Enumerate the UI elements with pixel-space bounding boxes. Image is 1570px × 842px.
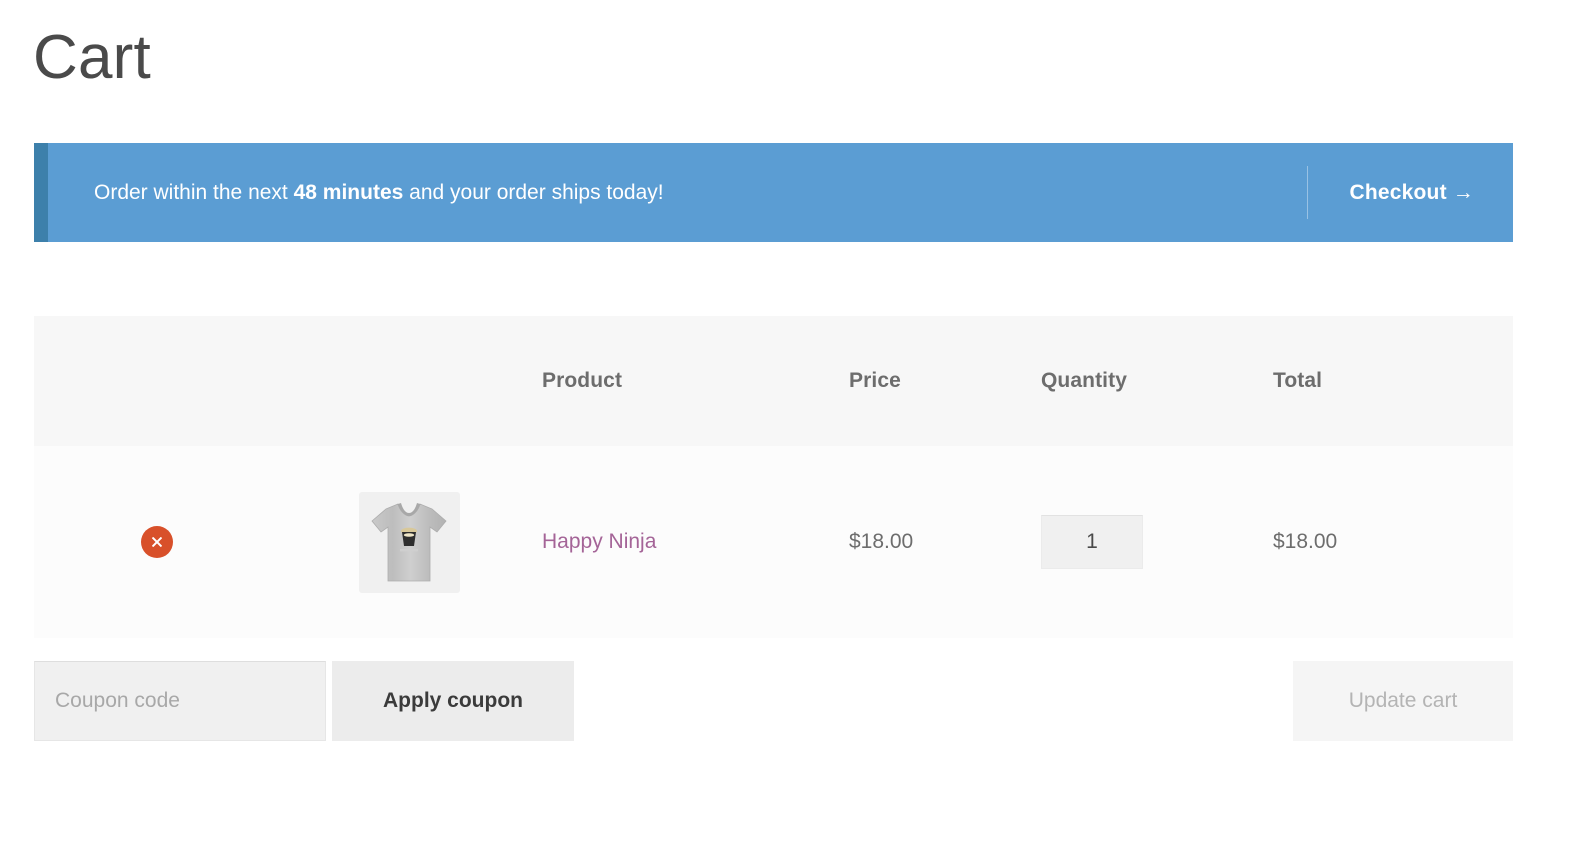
notice-text-after: and your order ships today! [403, 180, 664, 204]
quantity-input[interactable] [1041, 515, 1143, 569]
checkout-button[interactable]: Checkout → [1349, 181, 1474, 205]
header-quantity: Quantity [1041, 369, 1127, 392]
cart-actions: Apply coupon Update cart [34, 661, 1513, 741]
header-product: Product [542, 369, 623, 392]
update-cart-button[interactable]: Update cart [1293, 661, 1513, 741]
cell-product: Happy Ninja [538, 530, 849, 554]
header-total: Total [1273, 369, 1323, 392]
table-row: Happy Ninja $18.00 $18.00 [34, 446, 1513, 638]
notice-highlight-minutes: 48 minutes [293, 180, 404, 204]
coupon-code-input[interactable] [34, 661, 326, 741]
cart-table-header-row: Product Price Quantity Total [34, 316, 1513, 446]
apply-coupon-button[interactable]: Apply coupon [332, 661, 574, 741]
cell-quantity [1041, 515, 1273, 569]
shipping-notice-text: Order within the next 48 minutes and you… [48, 179, 664, 207]
notice-text-before: Order within the next [94, 180, 294, 204]
cell-price: $18.00 [849, 530, 914, 553]
banner-divider [1307, 166, 1309, 219]
header-price: Price [849, 369, 901, 392]
cart-table: Product Price Quantity Total Happy Ninja… [34, 316, 1513, 638]
cell-remove [34, 526, 280, 558]
tshirt-icon [371, 503, 447, 582]
cell-thumbnail [280, 491, 538, 593]
cart-page: Cart Order within the next 48 minutes an… [0, 0, 1570, 842]
banner-action-area: Checkout → [1307, 143, 1513, 242]
cell-total: $18.00 [1273, 530, 1338, 553]
remove-item-button[interactable] [141, 526, 173, 558]
close-x-icon [152, 537, 162, 547]
shipping-notice-banner: Order within the next 48 minutes and you… [34, 143, 1513, 242]
product-name-link[interactable]: Happy Ninja [542, 530, 656, 553]
product-thumbnail-link[interactable] [358, 491, 460, 593]
page-title: Cart [33, 23, 151, 92]
